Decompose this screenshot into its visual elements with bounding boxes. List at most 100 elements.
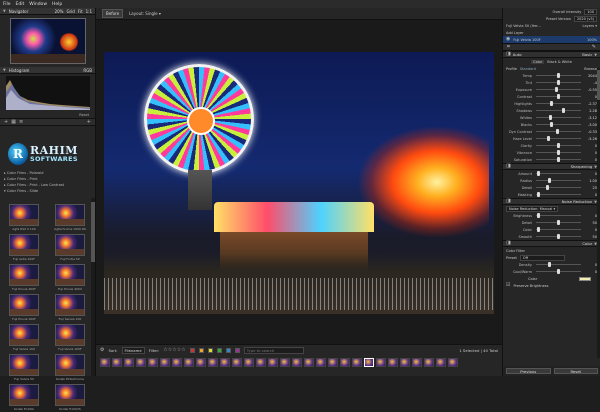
slider-knob[interactable] — [557, 94, 560, 99]
film-thumb[interactable] — [100, 358, 110, 367]
slider-track[interactable] — [536, 220, 581, 225]
menu-edit[interactable]: Edit — [16, 2, 25, 7]
preset-item[interactable]: Kodak Ektachrome — [49, 354, 91, 382]
collapse-icon[interactable]: ▼ — [3, 68, 6, 72]
slider-track[interactable] — [536, 227, 581, 232]
slider-value[interactable]: 0 — [583, 193, 597, 197]
slider-track[interactable] — [536, 80, 581, 85]
layout-select[interactable]: Layout: Single ▾ — [129, 11, 161, 16]
menu-help[interactable]: Help — [52, 2, 62, 7]
slider-value[interactable]: 0 — [583, 95, 597, 99]
collapse-icon[interactable]: ▼ — [3, 9, 6, 13]
film-thumb[interactable] — [328, 358, 338, 367]
overall-intensity-value[interactable]: 100 — [584, 8, 597, 15]
slider-value[interactable]: 1.00 — [583, 179, 597, 183]
slider-track[interactable] — [536, 94, 581, 99]
film-thumb[interactable] — [196, 358, 206, 367]
slider-track[interactable] — [536, 129, 581, 134]
slider-track[interactable] — [536, 136, 581, 141]
slider-knob[interactable] — [548, 262, 551, 267]
film-thumb[interactable] — [124, 358, 134, 367]
slider-value[interactable]: -0.55 — [583, 88, 597, 92]
before-button[interactable]: Before — [102, 9, 124, 18]
film-thumb[interactable] — [148, 358, 158, 367]
slider-track[interactable] — [536, 213, 581, 218]
slider-knob[interactable] — [545, 185, 549, 190]
slider-value[interactable]: 0 — [583, 144, 597, 148]
film-thumb[interactable] — [412, 358, 422, 367]
slider-knob[interactable] — [549, 122, 553, 127]
main-photo[interactable] — [104, 52, 494, 314]
slider-track[interactable] — [536, 185, 581, 190]
slider-track[interactable] — [536, 234, 581, 239]
search-input[interactable]: Type to search — [243, 347, 304, 354]
grid-icon[interactable]: ▦ — [11, 119, 16, 125]
slider-value[interactable]: 25 — [583, 186, 597, 190]
zoom-20[interactable]: 20% — [55, 9, 64, 14]
eye-icon[interactable]: ◉ — [506, 37, 510, 42]
zoom-1-1[interactable]: 1:1 — [86, 9, 92, 14]
film-thumb[interactable] — [244, 358, 254, 367]
preset-item[interactable]: Fuji Fortia SP — [49, 234, 91, 262]
film-thumb[interactable] — [208, 358, 218, 367]
slider-track[interactable] — [536, 178, 581, 183]
slider-value[interactable]: -0.33 — [583, 130, 597, 134]
navigator-thumbnail[interactable] — [10, 18, 86, 64]
reset-button[interactable]: Reset — [553, 368, 598, 374]
preset-item[interactable]: Agfa RSX II 100 — [3, 204, 45, 232]
histogram-reset[interactable]: Reset — [79, 113, 89, 117]
zoom-grid[interactable]: Grid — [66, 9, 74, 14]
slider-knob[interactable] — [557, 150, 560, 155]
star-filter-icon[interactable]: ☆☆☆☆☆ — [163, 348, 185, 353]
slider-track[interactable] — [536, 192, 581, 197]
slider-knob[interactable] — [557, 143, 560, 148]
film-thumb[interactable] — [280, 358, 290, 367]
preset-item[interactable]: Fuji Sensia 100 — [49, 294, 91, 322]
preset-item[interactable]: Fuji Provia 400X — [49, 264, 91, 292]
slider-value[interactable]: 50 — [583, 221, 597, 225]
slider-value[interactable]: -3.12 — [583, 116, 597, 120]
checkbox-icon[interactable]: ☑ — [506, 283, 510, 288]
film-thumb[interactable] — [160, 358, 170, 367]
slider-knob[interactable] — [536, 171, 540, 176]
film-thumb[interactable] — [232, 358, 242, 367]
color-swatch[interactable] — [216, 348, 222, 353]
slider-knob[interactable] — [557, 234, 560, 239]
film-thumb[interactable] — [220, 358, 230, 367]
slider-knob[interactable] — [557, 80, 560, 85]
slider-track[interactable] — [536, 171, 581, 176]
preset-item[interactable]: Fuji Astia 100F — [3, 234, 45, 262]
slider-track[interactable] — [536, 115, 581, 120]
slider-knob[interactable] — [562, 108, 566, 113]
slider-value[interactable]: 0 — [583, 214, 597, 218]
slider-value[interactable]: 2044 — [583, 74, 597, 78]
film-thumb[interactable] — [292, 358, 302, 367]
slider-track[interactable] — [536, 87, 581, 92]
slider-track[interactable] — [536, 150, 581, 155]
gear-icon[interactable]: ⚙ — [100, 348, 104, 353]
toggle-icon[interactable]: ◨ — [506, 164, 511, 169]
preset-item[interactable]: Kodak E100VS — [49, 384, 91, 412]
slider-knob[interactable] — [554, 87, 558, 92]
slider-track[interactable] — [536, 108, 581, 113]
toggle-icon[interactable]: ◨ — [506, 241, 511, 246]
slider-track[interactable] — [536, 157, 581, 162]
slider-value[interactable]: 0 — [583, 263, 597, 267]
film-thumb[interactable] — [388, 358, 398, 367]
slider-value[interactable]: 0 — [583, 270, 597, 274]
browse-button[interactable]: Browse — [584, 67, 597, 71]
slider-track[interactable] — [536, 269, 581, 274]
crop-icon[interactable]: ⌗ — [507, 44, 510, 50]
slider-value[interactable]: 50 — [583, 235, 597, 239]
slider-value[interactable]: -4 — [583, 81, 598, 85]
list-icon[interactable]: ≡ — [19, 119, 23, 125]
slider-value[interactable]: -3.00 — [583, 123, 597, 127]
basic-section-header[interactable]: ◨ Auto Basic ▼ — [503, 51, 600, 58]
color-swatch[interactable] — [225, 348, 231, 353]
color-preset-select[interactable]: Off — [519, 254, 565, 261]
brush-icon[interactable]: ✎ — [592, 44, 596, 50]
preset-item[interactable]: Fuji Velvia 100 — [3, 324, 45, 352]
auto-button[interactable]: Auto — [513, 52, 522, 57]
color-section-header[interactable]: ◨ Color ▼ — [503, 240, 600, 247]
film-thumb[interactable] — [376, 358, 386, 367]
